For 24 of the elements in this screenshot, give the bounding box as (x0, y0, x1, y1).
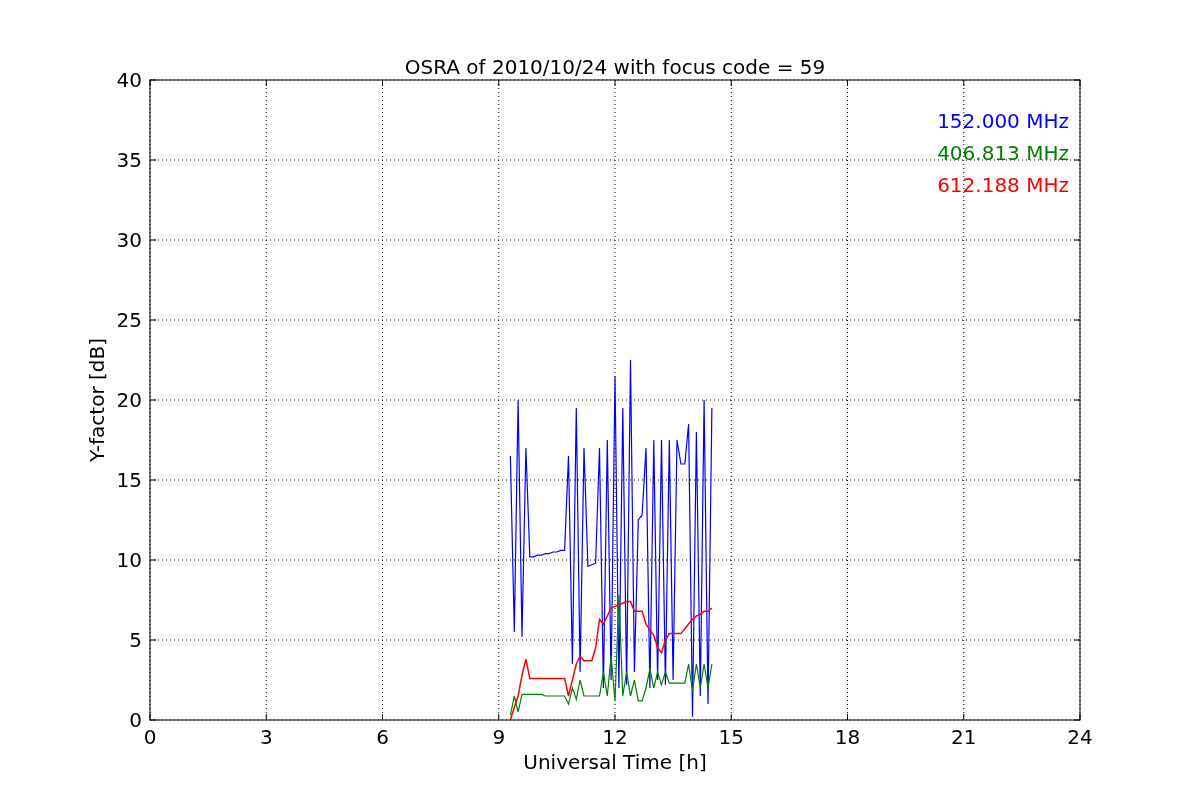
tick-label: 15 (116, 468, 142, 492)
legend-label: 612.188 MHz (937, 173, 1069, 197)
tick-label: 35 (116, 148, 142, 172)
legend-label: 152.000 MHz (937, 109, 1069, 133)
tick-label: 15 (718, 725, 744, 749)
tick-label: 20 (116, 388, 142, 412)
tick-label: 6 (376, 725, 389, 749)
tick-label: 25 (116, 308, 142, 332)
tick-label: 12 (602, 725, 628, 749)
tick-label: 0 (129, 708, 142, 732)
tick-label: 3 (259, 725, 273, 749)
tick-label: 9 (492, 725, 506, 749)
y-axis-label: Y-factor [dB] (85, 338, 109, 462)
chart-title: OSRA of 2010/10/24 with focus code = 59 (404, 55, 826, 79)
tick-label: 10 (116, 548, 142, 572)
tick-label: 30 (116, 228, 142, 252)
x-axis-label: Universal Time [h] (523, 750, 707, 774)
tick-label: 0 (143, 725, 157, 749)
tick-label: 24 (1067, 725, 1093, 749)
tick-label: 18 (834, 725, 861, 749)
legend-label: 406.813 MHz (937, 141, 1069, 165)
tick-label: 40 (116, 68, 142, 92)
tick-label: 21 (951, 725, 977, 749)
tick-label: 5 (129, 628, 142, 652)
